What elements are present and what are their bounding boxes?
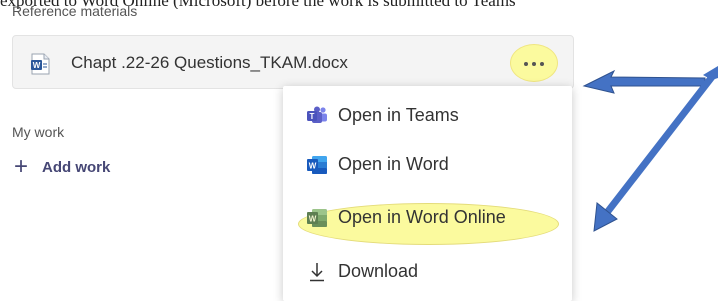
file-options-menu: T Open in Teams W Open in Word W Open in…	[283, 86, 572, 301]
add-work-button[interactable]: + Add work	[14, 153, 111, 180]
download-icon	[310, 263, 324, 282]
more-options-icon	[524, 62, 528, 66]
menu-item-download[interactable]: Download	[283, 250, 572, 294]
menu-item-label: Download	[338, 261, 419, 281]
reference-file-card[interactable]: W Chapt .22-26 Questions_TKAM.docx	[12, 35, 574, 89]
svg-text:W: W	[309, 215, 317, 224]
menu-item-label: Open in Word	[338, 154, 449, 174]
reference-materials-heading: Reference materials	[12, 3, 138, 19]
my-work-heading: My work	[12, 124, 65, 140]
svg-text:W: W	[33, 61, 41, 70]
menu-item-open-in-word-online[interactable]: W Open in Word Online	[283, 196, 572, 240]
arrow-to-word-online-icon	[593, 70, 718, 232]
reference-file-name: Chapt .22-26 Questions_TKAM.docx	[71, 53, 348, 72]
arrow-to-more-options-icon	[582, 69, 706, 94]
word-icon: W	[307, 156, 327, 174]
menu-item-open-in-teams[interactable]: T Open in Teams	[283, 94, 572, 138]
word-online-icon: W	[307, 209, 327, 227]
svg-text:W: W	[309, 162, 317, 171]
add-work-label: Add work	[42, 158, 111, 176]
word-file-icon: W	[31, 53, 50, 75]
menu-item-open-in-word[interactable]: W Open in Word	[283, 143, 572, 187]
more-options-dot	[540, 62, 544, 66]
svg-text:T: T	[310, 112, 315, 121]
menu-item-label: Open in Teams	[338, 105, 459, 125]
more-options-button[interactable]	[510, 44, 558, 82]
more-options-dot	[532, 62, 536, 66]
menu-item-label: Open in Word Online	[338, 207, 506, 227]
teams-icon: T	[307, 106, 327, 123]
plus-icon: +	[14, 153, 29, 180]
